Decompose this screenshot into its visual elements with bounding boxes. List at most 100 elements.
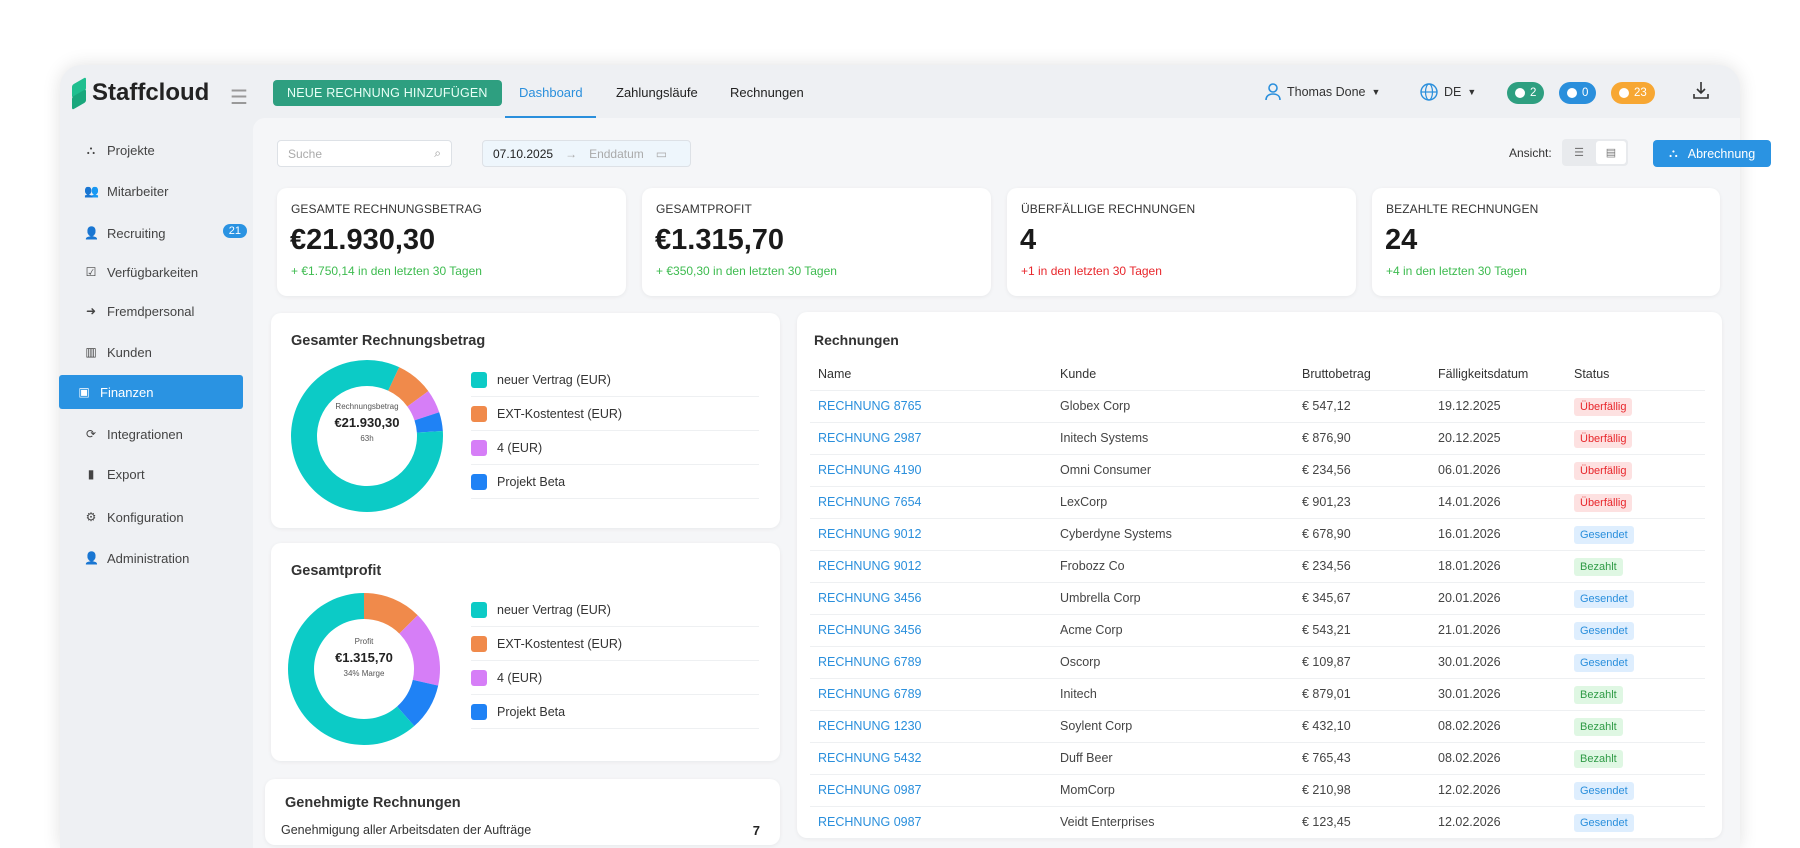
column-header-gross[interactable]: Bruttobetrag — [1294, 358, 1430, 391]
invoices-card: Rechnungen Name Kunde Bruttobetrag Fälli… — [797, 312, 1722, 839]
table-row[interactable]: RECHNUNG 0987 Veidt Enterprises € 123,45 12… — [810, 806, 1705, 839]
invoice-name-link[interactable]: RECHNUNG 4190 — [810, 454, 1052, 487]
column-header-customer[interactable]: Kunde — [1052, 358, 1294, 391]
legend-item[interactable]: Projekt Beta — [471, 695, 759, 729]
globe-icon — [1420, 83, 1438, 101]
sidebar-item-integrationen[interactable]: ⟳ Integrationen — [60, 417, 253, 451]
table-row[interactable]: RECHNUNG 6789 Initech € 879,01 30.01.2026 Be… — [810, 678, 1705, 711]
table-row[interactable]: RECHNUNG 2987 Initech Systems € 876,90 20.1… — [810, 422, 1705, 455]
date-range-picker[interactable]: 07.10.2025 → Enddatum ▭ — [482, 140, 691, 167]
billing-button-label: Abrechnung — [1687, 146, 1756, 161]
sidebar-item-recruiting[interactable]: 👤 Recruiting 21 — [60, 216, 253, 250]
table-row[interactable]: RECHNUNG 4190 Omni Consumer € 234,56 06.01.… — [810, 454, 1705, 487]
legend-item[interactable]: 4 (EUR) — [471, 431, 759, 465]
invoice-name-link[interactable]: RECHNUNG 2987 — [810, 422, 1052, 455]
donut-center-label: Rechnungsbetrag — [335, 402, 399, 411]
customer-cell: Globex Corp — [1052, 390, 1294, 423]
table-header-row: Name Kunde Bruttobetrag Fälligkeitsdatum… — [810, 358, 1705, 391]
dashboard-view-icon[interactable]: ▤ — [1596, 141, 1626, 164]
invoice-name-link[interactable]: RECHNUNG 3456 — [810, 614, 1052, 647]
calendar-icon: ▭ — [655, 146, 668, 161]
table-row[interactable]: RECHNUNG 8765 Globex Corp € 547,12 19.12.20… — [810, 390, 1705, 423]
status-cell: Gesendet — [1566, 646, 1705, 679]
tab-zahlungslaeufe[interactable]: Zahlungsläufe — [616, 85, 698, 100]
legend-item[interactable]: neuer Vertrag (EUR) — [471, 363, 759, 397]
invoice-name-link[interactable]: RECHNUNG 3456 — [810, 582, 1052, 615]
download-icon[interactable] — [1692, 80, 1710, 105]
legend-item[interactable]: neuer Vertrag (EUR) — [471, 593, 759, 627]
invoice-name-link[interactable]: RECHNUNG 9012 — [810, 518, 1052, 551]
user-plus-icon: 👤 — [84, 226, 99, 240]
table-row[interactable]: RECHNUNG 3456 Acme Corp € 543,21 21.01.2026… — [810, 614, 1705, 647]
invoice-name-link[interactable]: RECHNUNG 0987 — [810, 774, 1052, 807]
arrow-right-icon: → — [565, 146, 578, 161]
legend-item[interactable]: EXT-Kostentest (EUR) — [471, 397, 759, 431]
money-icon: ▣ — [78, 385, 90, 399]
end-date-placeholder: Enddatum — [589, 146, 644, 161]
due-date-cell: 14.01.2026 — [1430, 486, 1566, 519]
status-badge: Gesendet — [1574, 654, 1634, 672]
column-header-status[interactable]: Status — [1566, 358, 1705, 391]
status-badge: Überfällig — [1574, 494, 1633, 512]
billing-button[interactable]: ⛬ Abrechnung — [1653, 140, 1772, 167]
kpi-value: 24 — [1385, 224, 1418, 256]
kpi-delta: +4 in den letzten 30 Tagen — [1386, 264, 1527, 278]
table-row[interactable]: RECHNUNG 7654 LexCorp € 901,23 14.01.2026 Üb… — [810, 486, 1705, 519]
table-row[interactable]: RECHNUNG 0987 MomCorp € 210,98 12.02.2026 Ge… — [810, 774, 1705, 807]
messages-badge[interactable]: 2 — [1507, 82, 1545, 104]
reminders-badge[interactable]: 23 — [1611, 82, 1655, 104]
legend-swatch — [471, 669, 487, 686]
due-date-cell: 18.01.2026 — [1430, 550, 1566, 583]
kpi-card-profit: GESAMTPROFIT €1.315,70 + €350,30 in den … — [642, 188, 991, 296]
legend-label: Projekt Beta — [497, 474, 566, 489]
new-invoice-button[interactable]: NEUE RECHNUNG HINZUFÜGEN — [273, 80, 502, 106]
table-row[interactable]: RECHNUNG 6789 Oscorp € 109,87 30.01.2026 Ges… — [810, 646, 1705, 679]
search-input[interactable]: Suche ⌕ — [277, 140, 452, 167]
sidebar-item-label: Fremdpersonal — [107, 303, 195, 319]
table-row[interactable]: RECHNUNG 5432 Duff Beer € 765,43 08.02.2026… — [810, 742, 1705, 775]
language-menu[interactable]: DE ▼ — [1420, 83, 1476, 101]
legend-item[interactable]: Projekt Beta — [471, 465, 759, 499]
user-menu[interactable]: Thomas Done ▼ — [1265, 83, 1380, 101]
invoice-name-link[interactable]: RECHNUNG 7654 — [810, 486, 1052, 519]
invoice-name-link[interactable]: RECHNUNG 8765 — [810, 390, 1052, 423]
notifications-badge[interactable]: 0 — [1559, 82, 1597, 104]
customer-cell: Veidt Enterprises — [1052, 806, 1294, 839]
column-header-name[interactable]: Name — [810, 358, 1052, 391]
sidebar-item-mitarbeiter[interactable]: 👥 Mitarbeiter — [60, 174, 253, 208]
sidebar-item-finanzen[interactable]: ▣ Finanzen — [59, 375, 243, 409]
table-row[interactable]: RECHNUNG 3456 Umbrella Corp € 345,67 20.01.… — [810, 582, 1705, 615]
status-badge: Bezahlt — [1574, 558, 1623, 576]
sidebar-item-export[interactable]: ▮ Export — [60, 457, 253, 491]
table-row[interactable]: RECHNUNG 9012 Frobozz Co € 234,56 18.01.202… — [810, 550, 1705, 583]
calendar-check-icon: ☑ — [85, 265, 97, 279]
customer-cell: Oscorp — [1052, 646, 1294, 679]
table-row[interactable]: RECHNUNG 9012 Cyberdyne Systems € 678,90 16… — [810, 518, 1705, 551]
status-badge: Bezahlt — [1574, 750, 1623, 768]
sidebar-item-kunden[interactable]: ▥ Kunden — [60, 335, 253, 369]
sidebar-item-projekte[interactable]: ⛬ Projekte — [60, 133, 253, 167]
invoice-name-link[interactable]: RECHNUNG 6789 — [810, 646, 1052, 679]
legend-label: Projekt Beta — [497, 704, 566, 719]
invoice-name-link[interactable]: RECHNUNG 1230 — [810, 710, 1052, 743]
invoice-name-link[interactable]: RECHNUNG 6789 — [810, 678, 1052, 711]
column-header-due-date[interactable]: Fälligkeitsdatum — [1430, 358, 1566, 391]
start-date: 07.10.2025 — [493, 146, 554, 161]
legend-item[interactable]: 4 (EUR) — [471, 661, 759, 695]
kpi-delta: +1 in den letzten 30 Tagen — [1021, 264, 1162, 278]
sidebar-item-konfiguration[interactable]: ⚙ Konfiguration — [60, 500, 253, 534]
legend-item[interactable]: EXT-Kostentest (EUR) — [471, 627, 759, 661]
sidebar-item-verfuegbarkeiten[interactable]: ☑ Verfügbarkeiten — [60, 255, 253, 289]
invoices-title: Rechnungen — [814, 332, 899, 348]
sidebar-item-fremdpersonal[interactable]: ➜ Fremdpersonal — [60, 294, 253, 328]
tab-dashboard[interactable]: Dashboard — [519, 85, 583, 100]
invoice-name-link[interactable]: RECHNUNG 9012 — [810, 550, 1052, 583]
table-row[interactable]: RECHNUNG 1230 Soylent Corp € 432,10 08.02.2… — [810, 710, 1705, 743]
invoice-name-link[interactable]: RECHNUNG 5432 — [810, 742, 1052, 775]
list-view-icon[interactable]: ☰ — [1564, 141, 1594, 164]
invoice-name-link[interactable]: RECHNUNG 0987 — [810, 806, 1052, 839]
status-badge: Bezahlt — [1574, 718, 1623, 736]
tab-rechnungen[interactable]: Rechnungen — [730, 85, 804, 100]
sidebar-item-administration[interactable]: 👤 Administration — [60, 541, 253, 575]
sitemap-icon: ⛬ — [1669, 146, 1678, 160]
